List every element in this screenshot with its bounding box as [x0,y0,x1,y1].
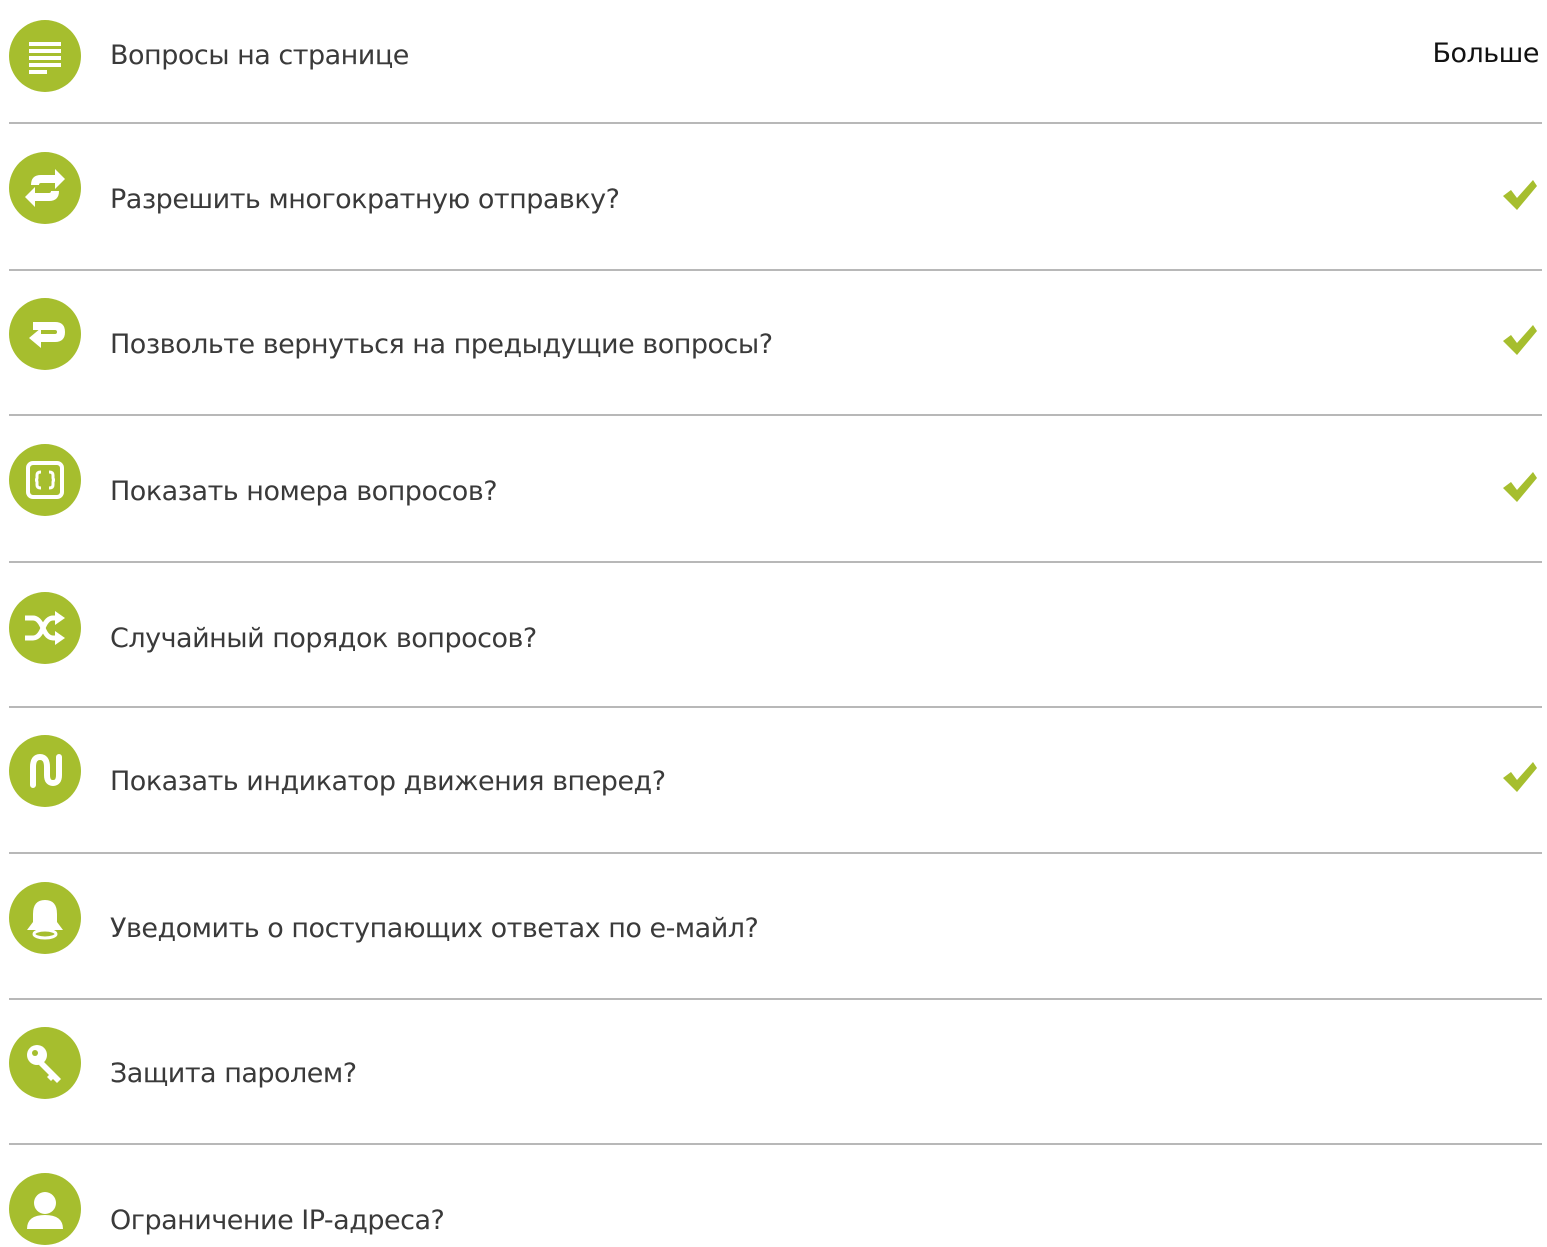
bell-icon [9,882,81,954]
setting-row-multiple-submissions[interactable]: Разрешить многократную отправку? [0,124,1547,270]
setting-row-ip-limit[interactable]: Ограничение IP-адреса? [0,1145,1547,1247]
setting-label: Вопросы на странице [110,40,409,71]
user-icon [9,1173,81,1245]
setting-label: Ограничение IP-адреса? [110,1205,445,1236]
check-icon [1499,319,1539,359]
progress-path-icon [9,735,81,807]
setting-label: Позвольте вернуться на предыдущие вопрос… [110,329,773,360]
setting-row-question-numbers[interactable]: Показать номера вопросов? [0,416,1547,562]
setting-label: Показать индикатор движения вперед? [110,766,666,797]
braces-box-icon [9,444,81,516]
check-icon [1499,174,1539,214]
key-icon [9,1027,81,1099]
return-arrow-icon [9,298,81,370]
setting-label: Случайный порядок вопросов? [110,623,537,654]
shuffle-icon [9,592,81,664]
check-icon [1499,756,1539,796]
setting-row-password[interactable]: Защита паролем? [0,1000,1547,1146]
setting-row-random-order[interactable]: Случайный порядок вопросов? [0,563,1547,709]
more-link[interactable]: Больше [1432,40,1539,67]
setting-row-progress-indicator[interactable]: Показать индикатор движения вперед? [0,708,1547,854]
setting-row-email-notify[interactable]: Уведомить о поступающих ответах по е-май… [0,854,1547,1000]
setting-label: Разрешить многократную отправку? [110,184,620,215]
check-icon [1499,466,1539,506]
setting-label: Показать номера вопросов? [110,476,498,507]
setting-label: Защита паролем? [110,1058,357,1089]
refresh-arrows-icon [9,152,81,224]
setting-label: Уведомить о поступающих ответах по е-май… [110,913,759,944]
lines-icon [9,20,81,92]
settings-list: Вопросы на странице Больше Разрешить мно… [0,0,1547,1247]
setting-row-allow-back[interactable]: Позвольте вернуться на предыдущие вопрос… [0,271,1547,417]
